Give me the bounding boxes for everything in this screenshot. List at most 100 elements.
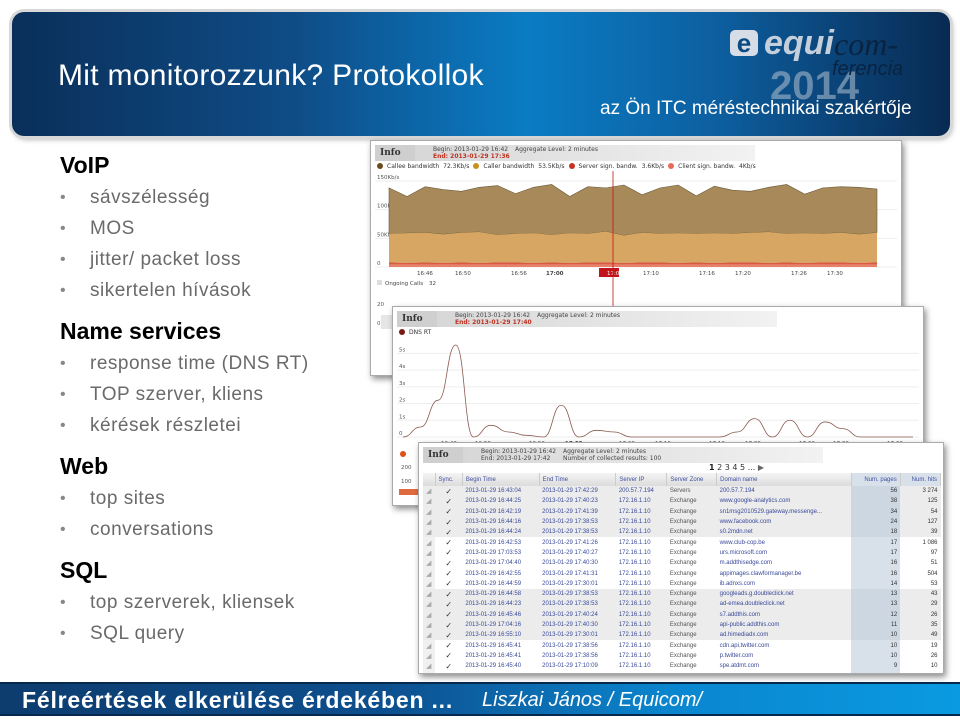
- table-cell: 172.16.1.10: [615, 516, 667, 528]
- drag-handle-icon[interactable]: ◢: [423, 527, 435, 538]
- y-tick-label: 3s: [399, 381, 405, 387]
- table-cell[interactable]: ib.adnxs.com: [717, 579, 852, 589]
- line-series-dns-rt: [402, 344, 913, 438]
- drag-handle-icon[interactable]: ◢: [423, 630, 435, 641]
- info-tab[interactable]: Info: [375, 145, 415, 161]
- table-cell: Exchange: [669, 560, 697, 567]
- column-header[interactable]: Server IP: [615, 473, 668, 486]
- table-cell[interactable]: ad-emea.doubleclick.net: [716, 599, 852, 610]
- page-current[interactable]: 1: [709, 463, 715, 472]
- table-cell[interactable]: googleads.g.doubleclick.net: [716, 588, 852, 600]
- table-row[interactable]: ◢ ✓ 2013-01-29 16:44:58 2013-01-29 17:38:53…: [423, 588, 941, 600]
- table-cell[interactable]: ad.himediadx.com: [716, 630, 852, 641]
- table-cell[interactable]: urs.microsoft.com: [717, 548, 852, 558]
- table-cell[interactable]: cdn.api.twitter.com: [717, 640, 852, 650]
- drag-handle-icon[interactable]: ◢: [423, 650, 435, 662]
- table-cell: 2013-01-29 17:41:26: [542, 539, 598, 546]
- table-cell[interactable]: s7.addthis.com: [716, 609, 852, 620]
- table-row[interactable]: ◢ ✓ 2013-01-29 16:44:24 2013-01-29 17:38:53…: [423, 527, 941, 538]
- drag-handle-icon[interactable]: ◢: [423, 640, 435, 651]
- drag-handle-icon[interactable]: ◢: [423, 588, 435, 600]
- table-cell[interactable]: www.facebook.com: [716, 516, 852, 528]
- table-row[interactable]: ◢ ✓ 2013-01-29 17:04:16 2013-01-29 17:40:30…: [423, 619, 941, 631]
- table-row[interactable]: ◢ ✓ 2013-01-29 16:44:25 2013-01-29 17:40:23…: [423, 496, 941, 507]
- column-header[interactable]: Domain name: [716, 473, 852, 486]
- drag-handle-icon[interactable]: ◢: [423, 486, 435, 497]
- end-time: End: 2013-01-29 17:40: [455, 319, 532, 326]
- x-tick-label: 16:56: [511, 271, 527, 277]
- drag-handle-icon[interactable]: ◢: [423, 568, 435, 579]
- x-tick-label: 17:30: [827, 271, 843, 277]
- table-cell: 2013-01-29 17:38:56: [542, 642, 598, 649]
- table-cell[interactable]: p.twitter.com: [717, 651, 852, 661]
- table-row[interactable]: ◢ ✓ 2013-01-29 16:45:41 2013-01-29 17:38:56…: [423, 640, 941, 651]
- info-tab[interactable]: Info: [423, 447, 463, 463]
- table-cell[interactable]: sn1msg2010529.gateway.messenge...: [716, 506, 852, 517]
- drag-handle-icon[interactable]: ◢: [423, 547, 435, 559]
- table-cell[interactable]: s0.2mdn.net: [716, 527, 852, 538]
- table-cell: Exchange: [669, 663, 697, 670]
- table-cell: 172.16.1.10: [615, 609, 667, 620]
- drag-handle-icon[interactable]: ◢: [423, 558, 435, 569]
- table-cell: 97: [930, 549, 938, 556]
- x-tick-label: 17:26: [791, 271, 807, 277]
- table-row[interactable]: ◢✓2013-01-29 16:46:022013-01-29 17:36:32…: [423, 671, 941, 673]
- drag-handle-icon[interactable]: ◢: [423, 496, 435, 507]
- table-row[interactable]: ◢ ✓ 2013-01-29 17:03:53 2013-01-29 17:40:27…: [423, 547, 941, 559]
- table-row[interactable]: ◢ ✓ 2013-01-29 16:42:19 2013-01-29 17:41:39…: [423, 506, 941, 517]
- table-cell[interactable]: 200.57.7.194: [716, 486, 852, 497]
- table-cell: 2013-01-29 16:46:02: [462, 671, 539, 673]
- column-header[interactable]: Sync.: [435, 473, 463, 486]
- info-bar: Info Begin: 2013-01-29 16:42 End: 2013-0…: [397, 311, 777, 327]
- info-tab[interactable]: Info: [397, 311, 437, 327]
- page-link[interactable]: 3: [725, 463, 730, 472]
- table-cell[interactable]: www.google-analytics.com: [716, 496, 852, 507]
- drag-handle-icon[interactable]: ◢: [423, 619, 435, 631]
- table-cell[interactable]: api-public.addthis.com: [716, 619, 852, 631]
- table-cell[interactable]: appimages.clawformanager.be: [717, 568, 852, 578]
- next-page-icon[interactable]: ▶: [758, 463, 764, 472]
- table-row[interactable]: ◢ ✓ 2013-01-29 16:45:41 2013-01-29 17:38:56…: [423, 650, 941, 662]
- drag-handle-icon[interactable]: ◢: [423, 661, 435, 672]
- table-row[interactable]: ◢ ✓ 2013-01-29 16:42:55 2013-01-29 17:41:31…: [423, 568, 941, 579]
- drag-handle-icon[interactable]: ◢: [423, 578, 435, 589]
- table-row[interactable]: ◢ ✓ 2013-01-29 16:45:40 2013-01-29 17:10:09…: [423, 661, 941, 672]
- table-cell: 11: [851, 619, 901, 631]
- table-cell[interactable]: www.club-cop.be: [717, 537, 852, 547]
- column-header[interactable]: Num. pages: [851, 473, 901, 486]
- column-header[interactable]: End Time: [539, 473, 617, 486]
- page-link[interactable]: 5: [740, 463, 745, 472]
- drag-handle-icon[interactable]: ◢: [423, 537, 435, 548]
- column-header[interactable]: Begin Time: [462, 473, 540, 486]
- column-header[interactable]: Num. hits: [900, 473, 942, 486]
- column-header[interactable]: Server Zone: [666, 473, 718, 486]
- table-row[interactable]: ◢ ✓ 2013-01-29 16:44:16 2013-01-29 17:38:53…: [423, 516, 941, 528]
- table-row[interactable]: ◢ ✓ 2013-01-29 16:55:10 2013-01-29 17:30:01…: [423, 630, 941, 641]
- table-cell: Exchange: [666, 527, 717, 538]
- table-cell: 2013-01-29 16:44:16: [462, 516, 540, 528]
- drag-handle-icon[interactable]: ◢: [423, 506, 435, 517]
- aggregate-level: Aggregate Level: 2 minutes: [537, 312, 620, 319]
- drag-handle-icon[interactable]: ◢: [423, 516, 435, 528]
- drag-handle-icon[interactable]: ◢: [423, 599, 435, 610]
- table-row[interactable]: ◢ ✓ 2013-01-29 16:44:59 2013-01-29 17:30:01…: [423, 578, 941, 589]
- table-row[interactable]: ◢ ✓ 2013-01-29 16:43:04 2013-01-29 17:42:29…: [423, 486, 941, 497]
- table-cell[interactable]: m.addthisedge.com: [717, 558, 852, 568]
- table-cell: Exchange: [667, 671, 717, 673]
- table-row[interactable]: ◢ ✓ 2013-01-29 17:04:40 2013-01-29 17:40:30…: [423, 558, 941, 569]
- page-more[interactable]: ...: [748, 463, 756, 472]
- page-link[interactable]: 2: [717, 463, 722, 472]
- table-row[interactable]: ◢ ✓ 2013-01-29 16:45:46 2013-01-29 17:40:24…: [423, 609, 941, 620]
- drag-handle-icon[interactable]: ◢: [423, 671, 435, 673]
- table-cell: 14: [851, 578, 901, 589]
- table-cell: 172.16.1.10: [618, 549, 651, 556]
- drag-handle-icon[interactable]: ◢: [423, 609, 435, 620]
- table-cell[interactable]: www.scapino.be: [717, 671, 852, 673]
- table-cell[interactable]: spe.atdmt.com: [717, 661, 852, 671]
- table-cell: 10: [851, 650, 901, 662]
- page-link[interactable]: 4: [732, 463, 737, 472]
- table-header: Sync. Begin Time End Time Server IP Server Z…: [423, 473, 942, 486]
- table-row[interactable]: ◢ ✓ 2013-01-29 16:42:53 2013-01-29 17:41:26…: [423, 537, 941, 548]
- y-tick-label: 4s: [399, 364, 405, 370]
- table-row[interactable]: ◢ ✓ 2013-01-29 16:44:23 2013-01-29 17:38:53…: [423, 599, 941, 610]
